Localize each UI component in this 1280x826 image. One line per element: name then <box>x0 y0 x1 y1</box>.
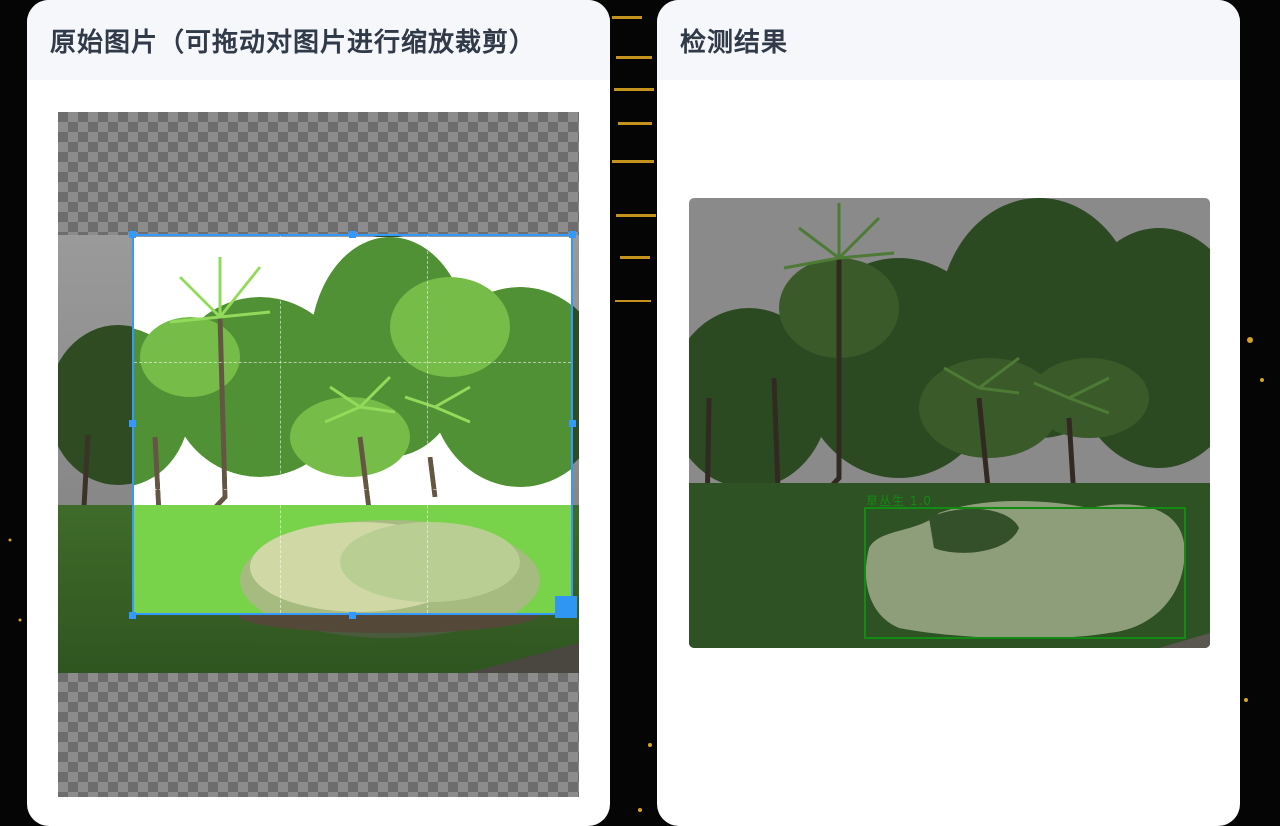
detection-result-panel: 检测结果 草丛生 1.0 <box>657 0 1240 826</box>
panel-header: 原始图片（可拖动对图片进行缩放裁剪） <box>27 0 610 80</box>
crop-guide-line <box>427 236 428 613</box>
crop-preview <box>134 237 571 613</box>
crop-handle-left[interactable] <box>129 420 136 427</box>
original-image-panel: 原始图片（可拖动对图片进行缩放裁剪） <box>27 0 610 826</box>
crop-handle-right[interactable] <box>569 420 576 427</box>
panel-title: 检测结果 <box>680 27 789 58</box>
crop-guide-line <box>134 489 571 490</box>
crop-guide-line <box>280 236 281 613</box>
crop-handle-top-right[interactable] <box>569 231 576 238</box>
crop-handle-top[interactable] <box>349 231 356 238</box>
resize-handle-icon[interactable] <box>555 596 577 618</box>
result-image: 草丛生 1.0 <box>689 198 1210 648</box>
crop-handle-bottom-left[interactable] <box>129 612 136 619</box>
panel-title: 原始图片（可拖动对图片进行缩放裁剪） <box>50 27 537 58</box>
crop-selection[interactable] <box>132 234 573 615</box>
crop-guide-line <box>134 362 571 363</box>
panel-header: 检测结果 <box>657 0 1240 80</box>
crop-handle-top-left[interactable] <box>129 231 136 238</box>
detection-label: 草丛生 1.0 <box>866 494 932 508</box>
image-cropper[interactable] <box>58 112 579 797</box>
crop-handle-bottom[interactable] <box>349 612 356 619</box>
